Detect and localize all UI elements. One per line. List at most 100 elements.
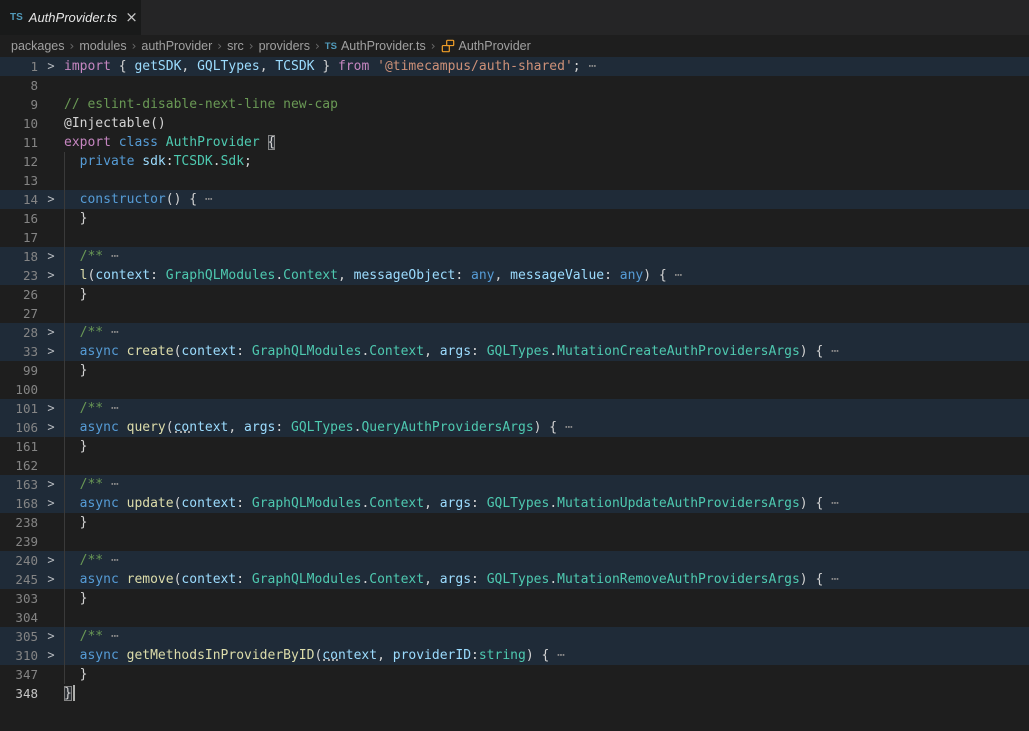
folded-code-ellipsis[interactable]: ⋯: [103, 553, 119, 568]
close-icon[interactable]: ×: [125, 10, 138, 25]
folded-code-ellipsis[interactable]: ⋯: [823, 572, 839, 587]
code-line[interactable]: 163> /** ⋯: [0, 475, 1029, 494]
code-line[interactable]: 28> /** ⋯: [0, 323, 1029, 342]
breadcrumb-item-authprovider[interactable]: AuthProvider: [441, 39, 531, 53]
code-line[interactable]: 33> async create(context: GraphQLModules…: [0, 342, 1029, 361]
line-number[interactable]: 10: [0, 114, 38, 133]
code-line[interactable]: 8: [0, 76, 1029, 95]
code-line[interactable]: 245> async remove(context: GraphQLModule…: [0, 570, 1029, 589]
line-number[interactable]: 168: [0, 494, 38, 513]
line-number[interactable]: 310: [0, 646, 38, 665]
folded-code-ellipsis[interactable]: ⋯: [103, 401, 119, 416]
fold-chevron-icon[interactable]: >: [38, 646, 64, 665]
code-line[interactable]: 161 }: [0, 437, 1029, 456]
folded-code-ellipsis[interactable]: ⋯: [667, 268, 683, 283]
folded-code-ellipsis[interactable]: ⋯: [197, 192, 213, 207]
line-number[interactable]: 245: [0, 570, 38, 589]
line-number[interactable]: 8: [0, 76, 38, 95]
fold-chevron-icon[interactable]: >: [38, 494, 64, 513]
fold-chevron-icon[interactable]: >: [38, 342, 64, 361]
breadcrumb-item-src[interactable]: src: [227, 39, 244, 53]
code-line[interactable]: 9// eslint-disable-next-line new-cap: [0, 95, 1029, 114]
breadcrumb-item-packages[interactable]: packages: [11, 39, 65, 53]
code-line[interactable]: 238 }: [0, 513, 1029, 532]
breadcrumb-item-authprovider[interactable]: authProvider: [141, 39, 212, 53]
line-number[interactable]: 304: [0, 608, 38, 627]
code-line[interactable]: 27: [0, 304, 1029, 323]
code-line[interactable]: 100: [0, 380, 1029, 399]
line-number[interactable]: 11: [0, 133, 38, 152]
line-number[interactable]: 17: [0, 228, 38, 247]
code-line[interactable]: 11export class AuthProvider {: [0, 133, 1029, 152]
code-line[interactable]: 23> l(context: GraphQLModules.Context, m…: [0, 266, 1029, 285]
fold-chevron-icon[interactable]: >: [38, 627, 64, 646]
breadcrumb-item-modules[interactable]: modules: [79, 39, 126, 53]
fold-chevron-icon[interactable]: >: [38, 418, 64, 437]
code-line[interactable]: 18> /** ⋯: [0, 247, 1029, 266]
fold-chevron-icon[interactable]: >: [38, 551, 64, 570]
code-line[interactable]: 239: [0, 532, 1029, 551]
fold-chevron-icon[interactable]: >: [38, 247, 64, 266]
line-number[interactable]: 348: [0, 684, 38, 703]
line-number[interactable]: 33: [0, 342, 38, 361]
code-line[interactable]: 1>import { getSDK, GQLTypes, TCSDK } fro…: [0, 57, 1029, 76]
line-number[interactable]: 305: [0, 627, 38, 646]
line-number[interactable]: 238: [0, 513, 38, 532]
code-line[interactable]: 347 }: [0, 665, 1029, 684]
line-number[interactable]: 28: [0, 323, 38, 342]
line-number[interactable]: 9: [0, 95, 38, 114]
line-number[interactable]: 1: [0, 57, 38, 76]
fold-chevron-icon[interactable]: >: [38, 190, 64, 209]
fold-chevron-icon[interactable]: >: [38, 266, 64, 285]
line-number[interactable]: 162: [0, 456, 38, 475]
code-line[interactable]: 13: [0, 171, 1029, 190]
line-number[interactable]: 99: [0, 361, 38, 380]
breadcrumb-item-authprovider-ts[interactable]: TSAuthProvider.ts: [325, 39, 426, 53]
code-line[interactable]: 14> constructor() { ⋯: [0, 190, 1029, 209]
line-number[interactable]: 27: [0, 304, 38, 323]
code-line[interactable]: 17: [0, 228, 1029, 247]
line-number[interactable]: 239: [0, 532, 38, 551]
code-line[interactable]: 240> /** ⋯: [0, 551, 1029, 570]
line-number[interactable]: 240: [0, 551, 38, 570]
fold-chevron-icon[interactable]: >: [38, 399, 64, 418]
folded-code-ellipsis[interactable]: ⋯: [103, 249, 119, 264]
code-line[interactable]: 101> /** ⋯: [0, 399, 1029, 418]
tab-authprovider[interactable]: TS AuthProvider.ts ×: [0, 0, 141, 35]
line-number[interactable]: 14: [0, 190, 38, 209]
breadcrumb-item-providers[interactable]: providers: [259, 39, 310, 53]
code-line[interactable]: 348}: [0, 684, 1029, 703]
line-number[interactable]: 101: [0, 399, 38, 418]
line-number[interactable]: 303: [0, 589, 38, 608]
code-line[interactable]: 304: [0, 608, 1029, 627]
code-line[interactable]: 99 }: [0, 361, 1029, 380]
line-number[interactable]: 347: [0, 665, 38, 684]
fold-chevron-icon[interactable]: >: [38, 57, 64, 76]
folded-code-ellipsis[interactable]: ⋯: [823, 496, 839, 511]
code-editor[interactable]: 1>import { getSDK, GQLTypes, TCSDK } fro…: [0, 57, 1029, 703]
line-number[interactable]: 16: [0, 209, 38, 228]
line-number[interactable]: 18: [0, 247, 38, 266]
code-line[interactable]: 16 }: [0, 209, 1029, 228]
line-number[interactable]: 13: [0, 171, 38, 190]
line-number[interactable]: 161: [0, 437, 38, 456]
code-line[interactable]: 26 }: [0, 285, 1029, 304]
folded-code-ellipsis[interactable]: ⋯: [103, 629, 119, 644]
code-line[interactable]: 303 }: [0, 589, 1029, 608]
folded-code-ellipsis[interactable]: ⋯: [103, 325, 119, 340]
code-line[interactable]: 106> async query(context, args: GQLTypes…: [0, 418, 1029, 437]
line-number[interactable]: 23: [0, 266, 38, 285]
fold-chevron-icon[interactable]: >: [38, 475, 64, 494]
code-line[interactable]: 162: [0, 456, 1029, 475]
code-line[interactable]: 168> async update(context: GraphQLModule…: [0, 494, 1029, 513]
code-line[interactable]: 10@Injectable(): [0, 114, 1029, 133]
line-number[interactable]: 106: [0, 418, 38, 437]
fold-chevron-icon[interactable]: >: [38, 323, 64, 342]
folded-code-ellipsis[interactable]: ⋯: [823, 344, 839, 359]
code-line[interactable]: 12 private sdk:TCSDK.Sdk;: [0, 152, 1029, 171]
line-number[interactable]: 100: [0, 380, 38, 399]
folded-code-ellipsis[interactable]: ⋯: [581, 59, 597, 74]
folded-code-ellipsis[interactable]: ⋯: [557, 420, 573, 435]
code-line[interactable]: 310> async getMethodsInProviderByID(cont…: [0, 646, 1029, 665]
code-line[interactable]: 305> /** ⋯: [0, 627, 1029, 646]
